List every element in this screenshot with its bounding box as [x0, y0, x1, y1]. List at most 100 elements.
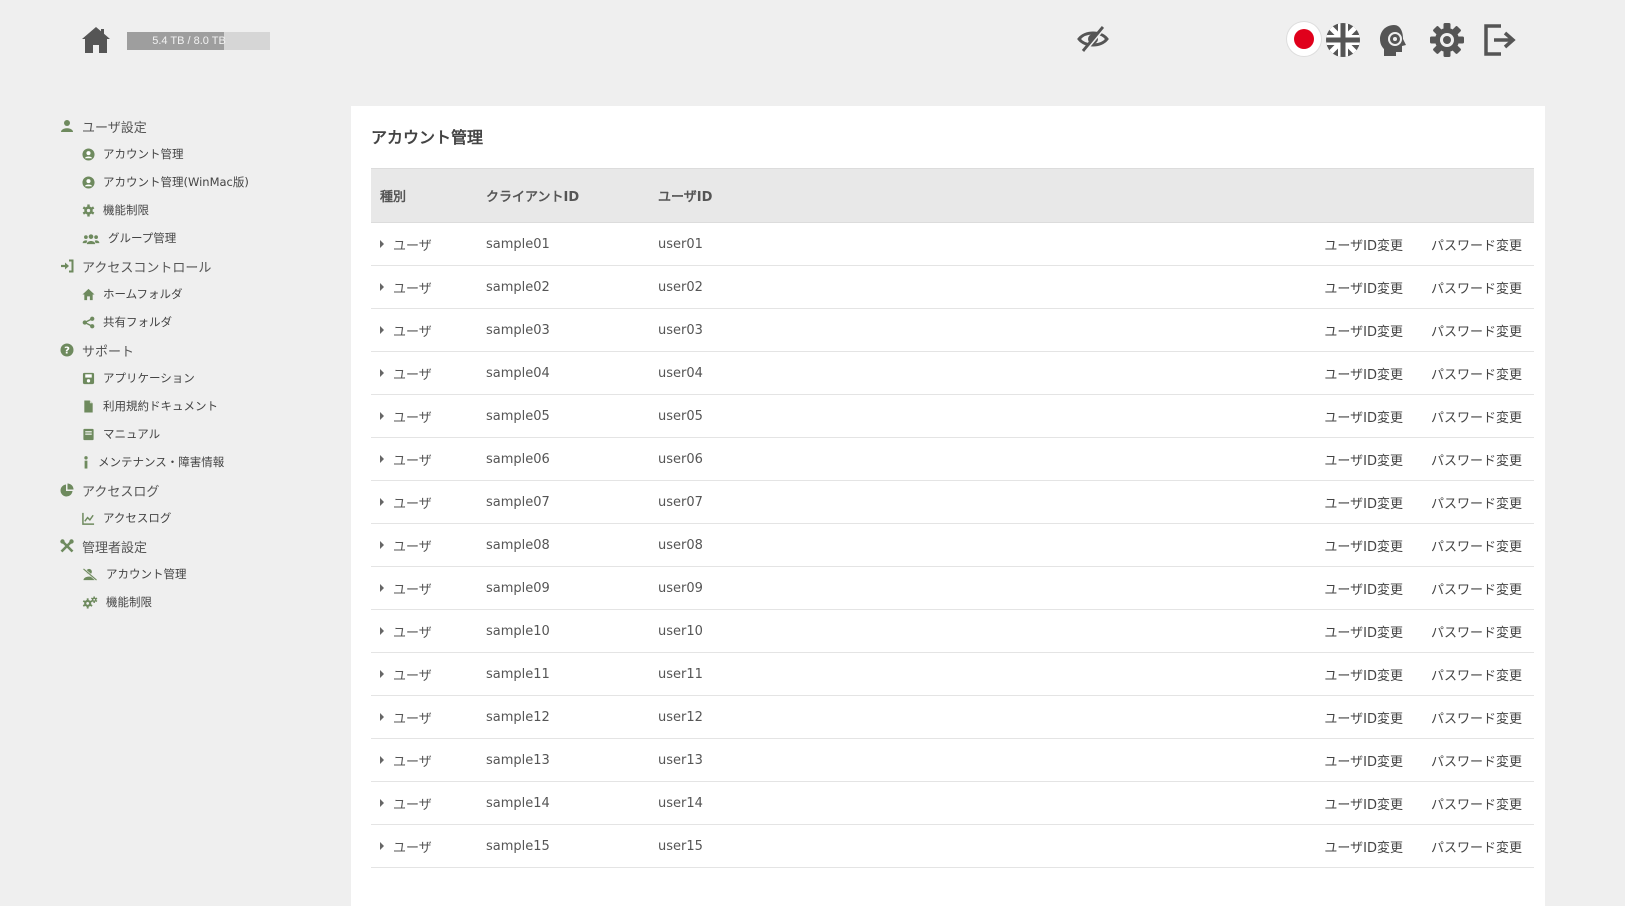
main-panel: アカウント管理 種別 クライアントID ユーザID ユーザ sample01 u…	[351, 106, 1545, 906]
sidebar-item-admin-account-management[interactable]: アカウント管理	[60, 560, 340, 588]
row-type-cell: ユーザ	[371, 536, 486, 555]
change-user-id-link[interactable]: ユーザID変更	[1324, 278, 1403, 297]
row-actions: ユーザID変更 パスワード変更	[858, 407, 1534, 426]
row-client-id: sample04	[486, 365, 550, 381]
sidebar-item-admin-function-restriction[interactable]: 機能制限	[60, 588, 340, 616]
change-user-id-link[interactable]: ユーザID変更	[1324, 579, 1403, 598]
change-password-link[interactable]: パスワード変更	[1431, 364, 1522, 383]
change-password-link[interactable]: パスワード変更	[1431, 622, 1522, 641]
expand-caret-icon[interactable]	[380, 240, 384, 248]
row-actions: ユーザID変更 パスワード変更	[858, 794, 1534, 813]
change-password-link[interactable]: パスワード変更	[1431, 751, 1522, 770]
change-password-link[interactable]: パスワード変更	[1431, 837, 1522, 856]
change-user-id-link[interactable]: ユーザID変更	[1324, 407, 1403, 426]
row-type-cell: ユーザ	[371, 235, 486, 254]
expand-caret-icon[interactable]	[380, 799, 384, 807]
change-user-id-link[interactable]: ユーザID変更	[1324, 450, 1403, 469]
sidebar-item-application[interactable]: アプリケーション	[60, 364, 340, 392]
row-client-id: sample10	[486, 623, 550, 639]
expand-caret-icon[interactable]	[380, 283, 384, 291]
row-client-id: sample08	[486, 537, 550, 553]
english-flag-icon	[1326, 23, 1360, 57]
sidebar-item-account-management-winmac[interactable]: アカウント管理(WinMac版)	[60, 168, 340, 196]
hide-toggle-button[interactable]	[1076, 22, 1110, 56]
sidebar-section-user-settings[interactable]: ユーザ設定	[60, 112, 340, 140]
change-password-link[interactable]: パスワード変更	[1431, 665, 1522, 684]
gear-icon	[1430, 23, 1464, 57]
change-user-id-link[interactable]: ユーザID変更	[1324, 622, 1403, 641]
table-row: ユーザ sample02 user02 ユーザID変更 パスワード変更	[371, 266, 1534, 309]
row-user-id: user08	[658, 537, 703, 553]
sidebar-item-terms-document[interactable]: 利用規約ドキュメント	[60, 392, 340, 420]
change-user-id-link[interactable]: ユーザID変更	[1324, 536, 1403, 555]
sidebar-section-admin-settings[interactable]: 管理者設定	[60, 532, 340, 560]
home-button[interactable]	[80, 24, 112, 56]
change-password-link[interactable]: パスワード変更	[1431, 794, 1522, 813]
change-user-id-link[interactable]: ユーザID変更	[1324, 708, 1403, 727]
expand-caret-icon[interactable]	[380, 627, 384, 635]
table-row: ユーザ sample09 user09 ユーザID変更 パスワード変更	[371, 567, 1534, 610]
sidebar-item-home-folder[interactable]: ホームフォルダ	[60, 280, 340, 308]
row-user-id: user01	[658, 236, 703, 252]
sidebar-item-access-log[interactable]: アクセスログ	[60, 504, 340, 532]
expand-caret-icon[interactable]	[380, 369, 384, 377]
expand-caret-icon[interactable]	[380, 842, 384, 850]
row-user-id: user09	[658, 580, 703, 596]
sidebar-item-group-management[interactable]: グループ管理	[60, 224, 340, 252]
change-password-link[interactable]: パスワード変更	[1431, 536, 1522, 555]
change-password-link[interactable]: パスワード変更	[1431, 321, 1522, 340]
row-type: ユーザ	[393, 840, 432, 856]
support-button[interactable]	[1374, 20, 1414, 60]
change-user-id-link[interactable]: ユーザID変更	[1324, 837, 1403, 856]
logout-icon	[1484, 24, 1516, 56]
sidebar-item-label: アクセスログ	[103, 511, 172, 525]
change-user-id-link[interactable]: ユーザID変更	[1324, 364, 1403, 383]
sidebar-item-account-management[interactable]: アカウント管理	[60, 140, 340, 168]
sidebar-item-label: 機能制限	[103, 203, 149, 217]
expand-caret-icon[interactable]	[380, 412, 384, 420]
expand-caret-icon[interactable]	[380, 498, 384, 506]
expand-caret-icon[interactable]	[380, 756, 384, 764]
change-password-link[interactable]: パスワード変更	[1431, 579, 1522, 598]
home-icon	[82, 288, 95, 300]
sidebar-item-label: アプリケーション	[103, 371, 195, 385]
expand-caret-icon[interactable]	[380, 455, 384, 463]
sidebar-section-access-log[interactable]: アクセスログ	[60, 476, 340, 504]
row-actions: ユーザID変更 パスワード変更	[858, 708, 1534, 727]
change-user-id-link[interactable]: ユーザID変更	[1324, 321, 1403, 340]
sidebar-item-label: 機能制限	[106, 595, 152, 609]
row-type: ユーザ	[393, 410, 432, 426]
sidebar-item-shared-folder[interactable]: 共有フォルダ	[60, 308, 340, 336]
change-user-id-link[interactable]: ユーザID変更	[1324, 665, 1403, 684]
language-english-button[interactable]	[1323, 20, 1363, 60]
change-password-link[interactable]: パスワード変更	[1431, 235, 1522, 254]
change-password-link[interactable]: パスワード変更	[1431, 278, 1522, 297]
row-client-id: sample02	[486, 279, 550, 295]
users-icon	[82, 233, 100, 244]
expand-caret-icon[interactable]	[380, 584, 384, 592]
change-user-id-link[interactable]: ユーザID変更	[1324, 751, 1403, 770]
change-user-id-link[interactable]: ユーザID変更	[1324, 794, 1403, 813]
change-user-id-link[interactable]: ユーザID変更	[1324, 235, 1403, 254]
sidebar-section-label: アクセスログ	[82, 484, 160, 500]
save-icon	[82, 372, 95, 384]
change-password-link[interactable]: パスワード変更	[1431, 493, 1522, 512]
settings-button[interactable]	[1427, 20, 1467, 60]
change-password-link[interactable]: パスワード変更	[1431, 708, 1522, 727]
expand-caret-icon[interactable]	[380, 713, 384, 721]
table-row: ユーザ sample05 user05 ユーザID変更 パスワード変更	[371, 395, 1534, 438]
change-password-link[interactable]: パスワード変更	[1431, 450, 1522, 469]
row-actions: ユーザID変更 パスワード変更	[858, 837, 1534, 856]
expand-caret-icon[interactable]	[380, 541, 384, 549]
expand-caret-icon[interactable]	[380, 326, 384, 334]
logout-button[interactable]	[1479, 20, 1519, 60]
sidebar-item-maintenance-info[interactable]: メンテナンス・障害情報	[60, 448, 340, 476]
sidebar-item-manual[interactable]: マニュアル	[60, 420, 340, 448]
change-password-link[interactable]: パスワード変更	[1431, 407, 1522, 426]
japanese-flag-icon[interactable]	[1287, 22, 1321, 56]
expand-caret-icon[interactable]	[380, 670, 384, 678]
sidebar-section-access-control[interactable]: アクセスコントロール	[60, 252, 340, 280]
sidebar-item-function-restriction[interactable]: 機能制限	[60, 196, 340, 224]
change-user-id-link[interactable]: ユーザID変更	[1324, 493, 1403, 512]
sidebar-section-support[interactable]: ? サポート	[60, 336, 340, 364]
